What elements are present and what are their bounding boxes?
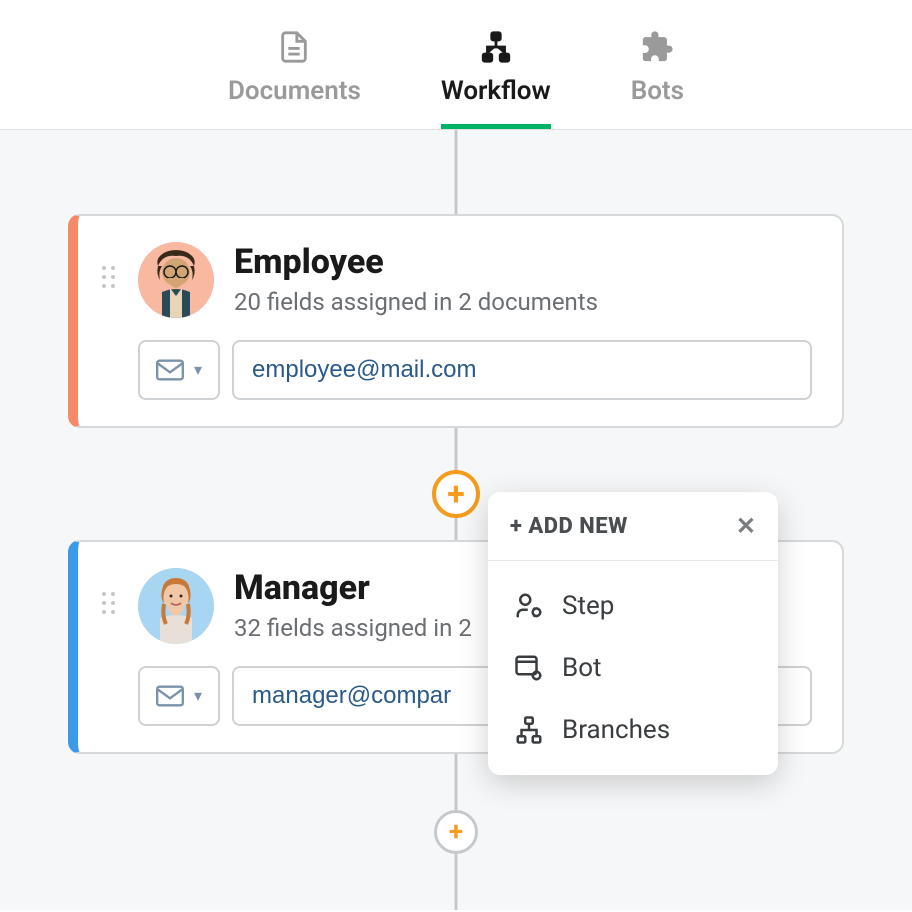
branches-icon bbox=[514, 715, 544, 745]
mail-icon bbox=[156, 359, 184, 381]
add-new-popover: + ADD NEW ✕ Step Bot bbox=[488, 492, 778, 775]
plus-icon: + bbox=[449, 819, 463, 845]
add-step-button[interactable]: + bbox=[432, 470, 480, 518]
email-input[interactable] bbox=[232, 340, 812, 400]
tab-label: Workflow bbox=[441, 76, 551, 106]
popover-item-label: Branches bbox=[562, 715, 670, 745]
add-step-button-secondary[interactable]: + bbox=[434, 810, 478, 854]
tab-workflow[interactable]: Workflow bbox=[441, 30, 551, 129]
chevron-down-icon: ▾ bbox=[194, 360, 202, 380]
tab-bots[interactable]: Bots bbox=[631, 30, 684, 129]
person-gear-icon bbox=[514, 591, 544, 621]
avatar bbox=[138, 568, 214, 644]
tab-documents[interactable]: Documents bbox=[228, 30, 361, 129]
drag-handle-icon[interactable] bbox=[102, 592, 118, 614]
popover-item-label: Step bbox=[562, 591, 614, 621]
drag-handle-icon[interactable] bbox=[102, 266, 118, 288]
tab-label: Documents bbox=[228, 76, 361, 106]
window-gear-icon bbox=[514, 653, 544, 683]
workflow-step-employee[interactable]: Employee 20 fields assigned in 2 documen… bbox=[68, 214, 844, 428]
plus-icon: + bbox=[447, 478, 464, 510]
tab-bar: Documents Workflow Bots bbox=[0, 0, 912, 130]
workflow-icon bbox=[479, 30, 513, 64]
popover-item-step[interactable]: Step bbox=[488, 575, 778, 637]
avatar bbox=[138, 242, 214, 318]
step-title: Employee bbox=[234, 242, 812, 282]
workflow-canvas: Employee 20 fields assigned in 2 documen… bbox=[0, 130, 912, 910]
popover-item-bot[interactable]: Bot bbox=[488, 637, 778, 699]
step-subtitle: 20 fields assigned in 2 documents bbox=[234, 288, 812, 316]
notification-type-dropdown[interactable]: ▾ bbox=[138, 340, 220, 400]
popover-title: + ADD NEW bbox=[510, 514, 628, 539]
document-icon bbox=[277, 30, 311, 64]
puzzle-icon bbox=[640, 30, 674, 64]
popover-item-label: Bot bbox=[562, 653, 602, 683]
chevron-down-icon: ▾ bbox=[194, 686, 202, 706]
popover-item-branches[interactable]: Branches bbox=[488, 699, 778, 761]
tab-label: Bots bbox=[631, 76, 684, 106]
close-icon[interactable]: ✕ bbox=[736, 512, 756, 540]
notification-type-dropdown[interactable]: ▾ bbox=[138, 666, 220, 726]
mail-icon bbox=[156, 685, 184, 707]
